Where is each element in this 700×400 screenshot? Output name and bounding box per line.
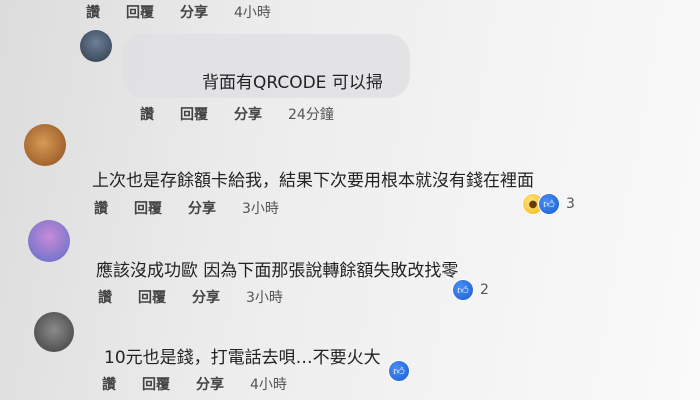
like-action[interactable]: 讚 [102,374,116,394]
reply-action[interactable]: 回覆 [126,2,154,22]
comment-actions: 讚 回覆 分享 4小時 [86,2,271,22]
share-action[interactable]: 分享 [196,374,224,394]
reaction-summary[interactable]: 👍︎ 2 [452,279,489,301]
comment-timestamp[interactable]: 3小時 [246,287,283,307]
share-action[interactable]: 分享 [192,287,220,307]
avatar[interactable] [24,124,66,166]
comment-timestamp[interactable]: 4小時 [250,374,287,394]
like-action[interactable]: 讚 [86,2,100,22]
reaction-count: 3 [566,196,575,212]
avatar[interactable] [28,220,70,262]
reaction-count: 2 [480,282,489,298]
comment-timestamp[interactable]: 3小時 [242,198,279,218]
reaction-summary[interactable]: 👍︎ [388,360,410,382]
comment-timestamp[interactable]: 24分鐘 [288,104,334,124]
comment-text: 應該沒成功歐 因為下面那張說轉餘額失敗改找零 [96,261,459,281]
comment-actions: 讚 回覆 分享 24分鐘 [140,104,334,124]
like-icon: 👍︎ [452,279,474,301]
like-action[interactable]: 讚 [94,198,108,218]
reply-action[interactable]: 回覆 [180,104,208,124]
share-action[interactable]: 分享 [180,2,208,22]
like-action[interactable]: 讚 [140,104,154,124]
reply-action[interactable]: 回覆 [142,374,170,394]
comment-actions: 讚 回覆 分享 4小時 [102,374,287,394]
reply-action[interactable]: 回覆 [134,198,162,218]
comment-actions: 讚 回覆 分享 3小時 [98,287,283,307]
avatar[interactable] [34,312,74,352]
comment-text: 10元也是錢，打電話去唄…不要火大 [104,348,381,368]
like-icon: 👍︎ [388,360,410,382]
like-action[interactable]: 讚 [98,287,112,307]
reaction-summary[interactable]: ● 👍︎ 3 [522,193,575,215]
share-action[interactable]: 分享 [188,198,216,218]
avatar[interactable] [80,30,112,62]
comment-actions: 讚 回覆 分享 3小時 [94,198,279,218]
comment-timestamp[interactable]: 4小時 [234,2,271,22]
share-action[interactable]: 分享 [234,104,262,124]
comment-text: 上次也是存餘額卡給我，結果下次要用根本就沒有錢在裡面 [92,171,534,191]
like-icon: 👍︎ [538,193,560,215]
comment-text: 背面有QRCODE 可以掃 [202,73,383,93]
reply-action[interactable]: 回覆 [138,287,166,307]
